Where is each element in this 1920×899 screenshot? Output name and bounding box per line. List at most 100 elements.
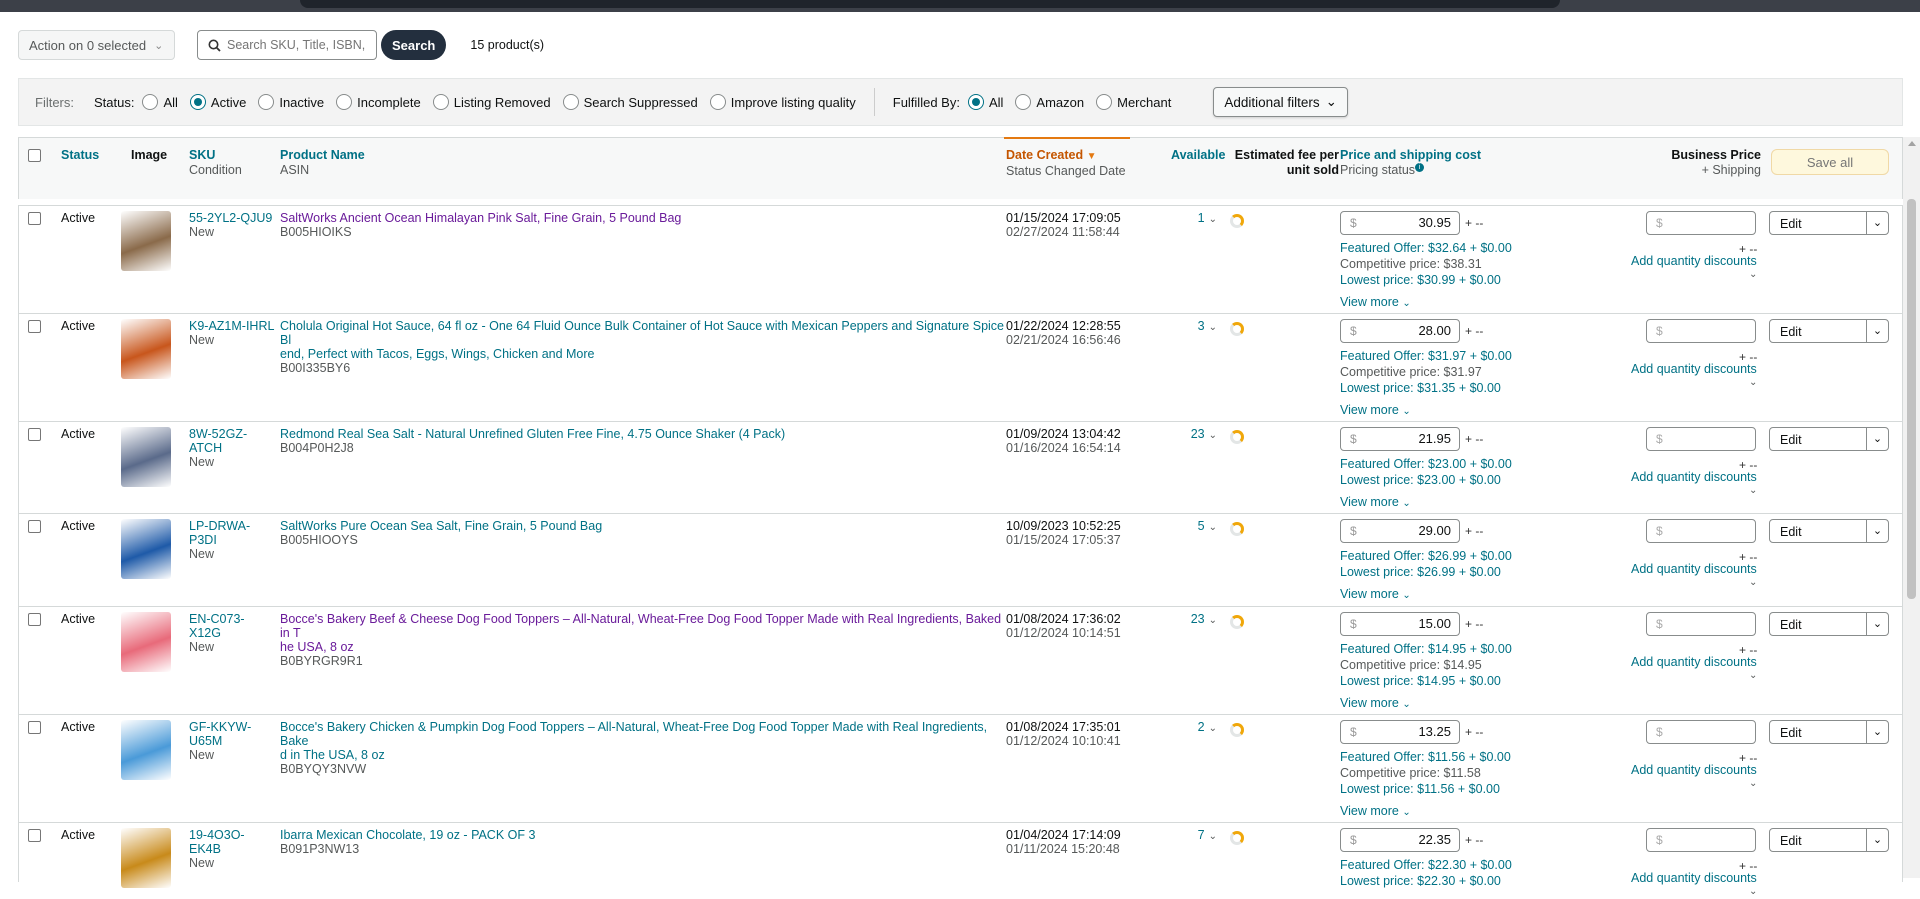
product-name-link[interactable]: SaltWorks Pure Ocean Sea Salt, Fine Grai… [280,519,602,533]
price-input[interactable]: $30.95 [1340,211,1460,235]
status-filter-active[interactable]: Active [182,94,246,110]
edit-button[interactable]: Edit ⌄ [1769,211,1889,235]
search-input[interactable] [227,38,367,52]
vertical-scrollbar[interactable] [1903,137,1920,878]
product-name-link[interactable]: Redmond Real Sea Salt - Natural Unrefine… [280,427,785,441]
view-more-link[interactable]: View more ⌄ [1340,803,1600,821]
business-price-input[interactable]: $ [1646,319,1756,343]
sku-link-cont[interactable]: X12G [189,626,221,640]
featured-offer[interactable]: Featured Offer: $23.00 + $0.00 [1340,456,1600,472]
save-all-button[interactable]: Save all [1771,149,1889,175]
product-image[interactable] [121,612,171,672]
product-image[interactable] [121,319,171,379]
col-status[interactable]: Status [61,148,99,163]
status-filter-inactive[interactable]: Inactive [250,94,324,110]
product-name-link-cont[interactable]: d in The USA, 8 oz [280,748,385,762]
info-icon[interactable]: i [1415,163,1425,172]
sku-link[interactable]: GF-KKYW- [189,720,251,734]
edit-button[interactable]: Edit ⌄ [1769,612,1889,636]
lowest-price[interactable]: Lowest price: $23.00 + $0.00 [1340,472,1600,488]
add-quantity-discounts-link[interactable]: Add quantity discounts [1631,763,1757,777]
product-image[interactable] [121,828,171,888]
view-more-link[interactable]: View more ⌄ [1340,586,1600,604]
fulfilled-filter-merchant[interactable]: Merchant [1088,94,1171,110]
chevron-down-icon[interactable]: ⌄ [1866,320,1888,342]
search-button[interactable]: Search [381,30,447,60]
view-more-link[interactable]: View more ⌄ [1340,695,1600,713]
chevron-down-icon[interactable]: ⌄ [1866,428,1888,450]
col-price[interactable]: Price and shipping cost Pricing status i [1340,148,1481,178]
scrollbar-thumb[interactable] [1907,199,1916,599]
product-name-link[interactable]: Cholula Original Hot Sauce, 64 fl oz - O… [280,319,1004,347]
business-price-input[interactable]: $ [1646,612,1756,636]
product-name-link[interactable]: Ibarra Mexican Chocolate, 19 oz - PACK O… [280,828,535,842]
row-checkbox[interactable] [28,320,41,333]
price-input[interactable]: $15.00 [1340,612,1460,636]
row-checkbox[interactable] [28,721,41,734]
chevron-down-icon[interactable]: ⌄ [1749,669,1757,683]
status-filter-listing-removed[interactable]: Listing Removed [425,94,551,110]
fulfilled-filter-amazon[interactable]: Amazon [1007,94,1084,110]
business-price-input[interactable]: $ [1646,720,1756,744]
status-filter-search-suppressed[interactable]: Search Suppressed [555,94,698,110]
price-input[interactable]: $13.25 [1340,720,1460,744]
business-price-input[interactable]: $ [1646,828,1756,852]
lowest-price[interactable]: Lowest price: $11.56 + $0.00 [1340,781,1600,797]
available-dropdown[interactable]: 23 ⌄ [1169,612,1217,628]
featured-offer[interactable]: Featured Offer: $26.99 + $0.00 [1340,548,1600,564]
chevron-down-icon[interactable]: ⌄ [1749,484,1757,498]
radio-selected-icon[interactable] [967,94,984,110]
price-input[interactable]: $21.95 [1340,427,1460,451]
chevron-down-icon[interactable]: ⌄ [1866,212,1888,234]
edit-button[interactable]: Edit ⌄ [1769,519,1889,543]
add-quantity-discounts-link[interactable]: Add quantity discounts [1631,254,1757,268]
sku-link-cont[interactable]: U65M [189,734,222,748]
product-name-link[interactable]: SaltWorks Ancient Ocean Himalayan Pink S… [280,211,681,225]
sku-link-cont[interactable]: EK4B [189,842,221,856]
add-quantity-discounts-link[interactable]: Add quantity discounts [1631,562,1757,576]
view-more-link[interactable]: View more ⌄ [1340,294,1600,312]
featured-offer[interactable]: Featured Offer: $14.95 + $0.00 [1340,641,1600,657]
search-box[interactable] [197,30,377,60]
business-price-input[interactable]: $ [1646,427,1756,451]
chevron-down-icon[interactable]: ⌄ [1749,376,1757,390]
available-dropdown[interactable]: 23 ⌄ [1169,427,1217,443]
status-filter-all[interactable]: All [134,94,178,110]
chevron-down-icon[interactable]: ⌄ [1749,885,1757,899]
price-input[interactable]: $28.00 [1340,319,1460,343]
chevron-down-icon[interactable]: ⌄ [1866,829,1888,851]
add-quantity-discounts-link[interactable]: Add quantity discounts [1631,470,1757,484]
chevron-down-icon[interactable]: ⌄ [1749,576,1757,590]
view-more-link[interactable]: View more ⌄ [1340,494,1600,512]
product-name-link-cont[interactable]: he USA, 8 oz [280,640,354,654]
available-dropdown[interactable]: 1 ⌄ [1169,211,1217,227]
lowest-price[interactable]: Lowest price: $30.99 + $0.00 [1340,272,1600,288]
chevron-down-icon[interactable]: ⌄ [1749,268,1757,282]
product-image[interactable] [121,211,171,271]
radio-icon[interactable] [1015,94,1032,110]
row-checkbox[interactable] [28,520,41,533]
available-dropdown[interactable]: 2 ⌄ [1169,720,1217,736]
col-sku[interactable]: SKU Condition [189,148,242,178]
lowest-price[interactable]: Lowest price: $26.99 + $0.00 [1340,564,1600,580]
sku-link[interactable]: LP-DRWA- [189,519,250,533]
edit-button[interactable]: Edit ⌄ [1769,828,1889,852]
add-quantity-discounts-link[interactable]: Add quantity discounts [1631,871,1757,885]
featured-offer[interactable]: Featured Offer: $32.64 + $0.00 [1340,240,1600,256]
radio-icon[interactable] [1096,94,1113,110]
sku-link[interactable]: EN-C073- [189,612,245,626]
price-input[interactable]: $29.00 [1340,519,1460,543]
sku-link-cont[interactable]: ATCH [189,441,222,455]
row-checkbox[interactable] [28,428,41,441]
product-image[interactable] [121,427,171,487]
lowest-price[interactable]: Lowest price: $14.95 + $0.00 [1340,673,1600,689]
edit-button[interactable]: Edit ⌄ [1769,427,1889,451]
product-image[interactable] [121,519,171,579]
product-name-link[interactable]: Bocce's Bakery Chicken & Pumpkin Dog Foo… [280,720,987,748]
status-filter-improve-quality[interactable]: Improve listing quality [702,94,856,110]
featured-offer[interactable]: Featured Offer: $11.56 + $0.00 [1340,749,1600,765]
row-checkbox[interactable] [28,613,41,626]
edit-button[interactable]: Edit ⌄ [1769,319,1889,343]
chevron-down-icon[interactable]: ⌄ [1749,777,1757,791]
chevron-down-icon[interactable]: ⌄ [1866,613,1888,635]
